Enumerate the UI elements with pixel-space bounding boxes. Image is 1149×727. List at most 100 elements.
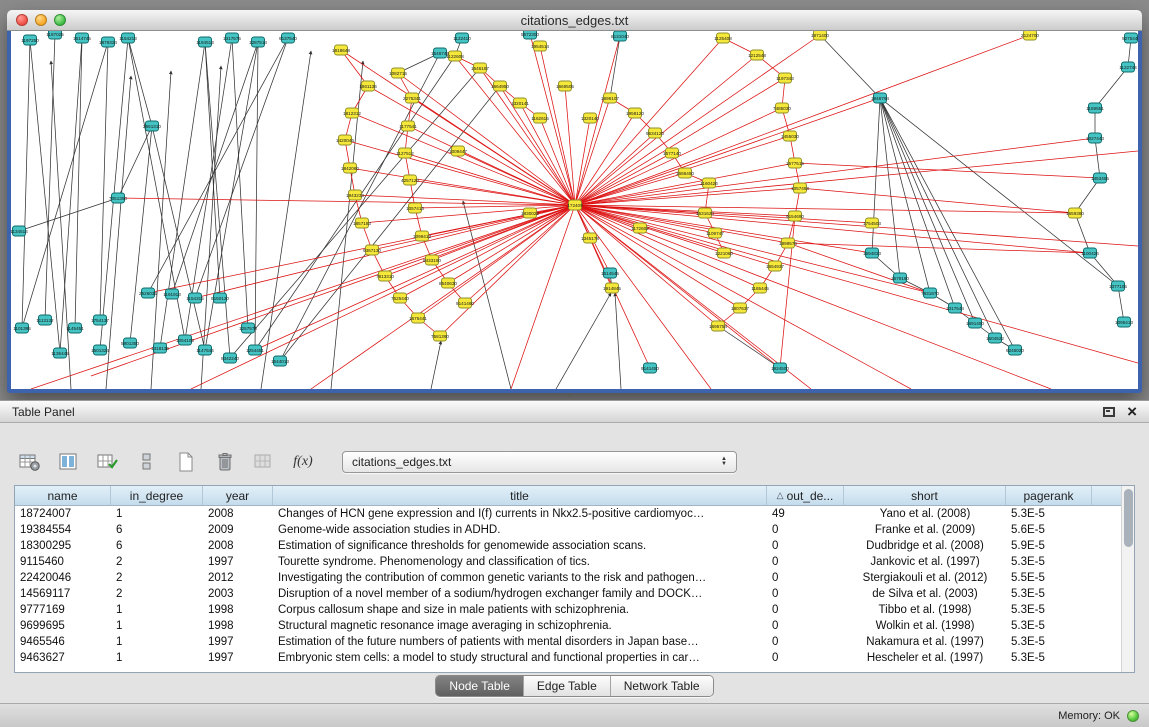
float-panel-icon[interactable]: [1103, 407, 1115, 417]
column-header-pagerank[interactable]: pagerank: [1006, 486, 1092, 505]
node-label: 7525440: [391, 296, 409, 301]
node-label: 7485030: [773, 106, 791, 111]
node-label: 1317544: [946, 306, 964, 311]
table-row[interactable]: 1830029562008Estimation of significance …: [15, 538, 1121, 554]
cell-name: 9115460: [15, 554, 111, 570]
zoom-window-button[interactable]: [54, 14, 66, 26]
node-label: 2526035: [139, 291, 157, 296]
graph-edge: [31, 205, 575, 389]
node-label: 1212548: [748, 53, 766, 58]
tab-network-table[interactable]: Network Table: [610, 676, 713, 696]
node-label: 1694833: [863, 251, 881, 256]
node-label: 1160426: [700, 181, 718, 186]
close-window-button[interactable]: [16, 14, 28, 26]
tab-node-table[interactable]: Node Table: [436, 676, 523, 696]
node-label: 1125408: [714, 36, 732, 41]
node-label: 1154213: [119, 36, 137, 41]
cell-in_degree: 1: [111, 618, 203, 634]
node-label: 9534120: [646, 131, 664, 136]
cell-short: Jankovic et al. (1997): [844, 554, 1006, 570]
graph-edge: [575, 205, 718, 326]
cell-title: Changes of HCN gene expression and I(f) …: [273, 506, 767, 522]
table-panel-header: Table Panel ×: [0, 401, 1149, 423]
node-label: 1162615: [531, 116, 549, 121]
node-label: 1165445: [751, 286, 769, 291]
column-header-out_degree[interactable]: △out_de...: [767, 486, 844, 505]
column-header-year[interactable]: year: [203, 486, 273, 505]
graph-edge: [465, 205, 575, 303]
table-row[interactable]: 969969511998Structural magnetic resonanc…: [15, 618, 1121, 634]
import-table-icon[interactable]: [252, 451, 276, 473]
cell-short: de Silva et al. (2003): [844, 586, 1006, 602]
graph-edge: [418, 205, 575, 318]
table-settings-icon[interactable]: [18, 451, 42, 473]
node-label: 5572300: [521, 32, 539, 37]
graph-edge: [128, 38, 152, 126]
node-label: 2651310: [143, 124, 161, 129]
table-edit-icon[interactable]: [96, 451, 120, 473]
cell-year: 1998: [203, 602, 273, 618]
show-columns-icon[interactable]: [57, 451, 81, 473]
table-row[interactable]: 1938455462009Genome-wide association stu…: [15, 522, 1121, 538]
cell-in_degree: 2: [111, 570, 203, 586]
network-canvas[interactable]: 1724091818648186113618123121420046184206…: [11, 31, 1138, 389]
node-label: 1100426: [1081, 251, 1099, 256]
cell-out_degree: 0: [767, 570, 844, 586]
tab-edge-table[interactable]: Edge Table: [523, 676, 610, 696]
minimize-window-button[interactable]: [35, 14, 47, 26]
table-row[interactable]: 1872400712008Changes of HCN gene express…: [15, 506, 1121, 522]
table-scrollbar[interactable]: [1121, 486, 1134, 672]
table-row[interactable]: 977716911998Corpus callosum shape and si…: [15, 602, 1121, 618]
cell-year: 1997: [203, 634, 273, 650]
scrollbar-thumb[interactable]: [1124, 489, 1133, 547]
node-label: 1377105: [1109, 284, 1127, 289]
node-label: 9141460: [456, 301, 474, 306]
delete-table-icon[interactable]: [213, 451, 237, 473]
node-label: 1057413: [406, 206, 424, 211]
graph-edge: [400, 205, 575, 298]
graph-edge: [118, 198, 575, 205]
node-label: 1099413: [413, 234, 431, 239]
window-titlebar[interactable]: citations_edges.txt: [7, 10, 1142, 31]
graph-edge: [880, 98, 1015, 350]
row-height-icon[interactable]: [135, 451, 159, 473]
node-label: 1113132: [36, 318, 54, 323]
node-label: 1287514: [249, 40, 267, 45]
node-label: 1631620: [696, 211, 714, 216]
node-label: 1577140: [663, 151, 681, 156]
close-panel-icon[interactable]: ×: [1127, 405, 1137, 419]
table-row[interactable]: 946554611997Estimation of the future num…: [15, 634, 1121, 650]
node-label: 1420046: [336, 138, 354, 143]
node-label: 1101395: [13, 326, 31, 331]
node-label: 1857183: [353, 221, 371, 226]
column-header-in_degree[interactable]: in_degree: [111, 486, 203, 505]
cell-short: Tibbo et al. (1998): [844, 602, 1006, 618]
new-table-icon[interactable]: [174, 451, 198, 473]
cell-name: 19384554: [15, 522, 111, 538]
column-header-name[interactable]: name: [15, 486, 111, 505]
node-label: 1754503: [863, 221, 881, 226]
node-label: 7813310: [376, 274, 394, 279]
node-label: 1095413: [1115, 320, 1133, 325]
table-row[interactable]: 946362711997Embryonic stem cells: a mode…: [15, 650, 1121, 666]
node-label: 9154690: [786, 214, 804, 219]
graph-edge: [440, 205, 575, 336]
cell-in_degree: 6: [111, 538, 203, 554]
node-label: 1145451: [66, 326, 84, 331]
node-label: 1830022: [521, 211, 539, 216]
node-label: 7051350: [109, 196, 127, 201]
cell-out_degree: 0: [767, 602, 844, 618]
graph-edge: [412, 98, 575, 205]
graph-edge: [255, 42, 258, 350]
cell-pagerank: 5.3E-5: [1006, 602, 1092, 618]
table-row[interactable]: 1456911722003Disruption of a novel membe…: [15, 586, 1121, 602]
node-label: 1954514: [531, 44, 549, 49]
column-header-title[interactable]: title: [273, 486, 767, 505]
table-row[interactable]: 2242004622012Investigating the contribut…: [15, 570, 1121, 586]
cell-in_degree: 2: [111, 586, 203, 602]
column-header-short[interactable]: short: [844, 486, 1006, 505]
node-label: 1948794: [871, 96, 889, 101]
table-row[interactable]: 911546021997Tourette syndrome. Phenomeno…: [15, 554, 1121, 570]
function-builder-icon[interactable]: f(x): [291, 451, 315, 473]
network-table-selector[interactable]: citations_edges.txt ▲▼: [342, 451, 737, 473]
